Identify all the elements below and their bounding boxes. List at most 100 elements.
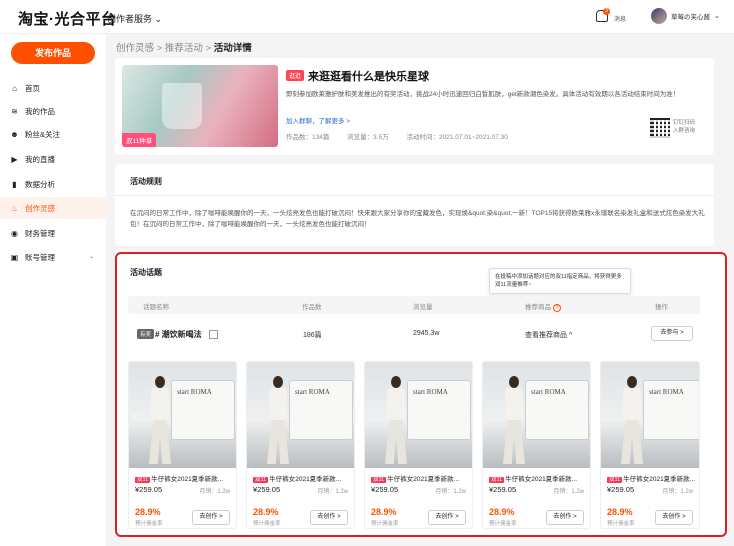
sidebar-item-home[interactable]: ⌂ 首页 [0, 77, 106, 99]
product-title: 双11 牛仔裤女2021夏季新款... [253, 473, 353, 483]
publish-button[interactable]: 发布作品 [11, 42, 95, 64]
sidebar-item-analytics[interactable]: ▮ 数据分析 [0, 173, 106, 195]
product-title: 双11 牛仔裤女2021夏季新款... [607, 473, 699, 483]
create-button[interactable]: 去创作 > [546, 510, 584, 525]
layers-icon: ≋ [11, 106, 18, 116]
product-image: start ROMA [129, 362, 236, 468]
product-card[interactable]: start ROMA 双11 牛仔裤女2021夏季新款... ¥259.05 月销… [246, 361, 355, 529]
product-title: 双11 牛仔裤女2021夏季新款... [135, 473, 235, 483]
view-products-label: 查看推荐商品 [525, 332, 567, 339]
commission-rate-label: 预计佣金率 [489, 521, 517, 527]
sidebar-item-label: 财务管理 [25, 228, 55, 238]
flame-icon: ♨ [10, 203, 19, 213]
sidebar-item-my-works[interactable]: ≋ 我的作品 [0, 100, 106, 122]
chevron-down-icon: ⌄ [154, 14, 163, 24]
product-title-text: 牛仔裤女2021夏季新款... [151, 476, 224, 483]
top-bar: 淘宝·光合平台 创作者服务 ⌄ 3 消息 草莓の夹心酱 ⌄ [0, 0, 734, 34]
breadcrumb-recommended[interactable]: 推荐活动 [165, 43, 203, 54]
sidebar-item-fans[interactable]: ☻ 粉丝&关注 [0, 123, 106, 145]
create-button[interactable]: 去创作 > [655, 510, 693, 525]
activity-time: 活动时间：2021.07.01~2021.07.30 [406, 134, 508, 141]
carousel-prev-icon[interactable]: ‹ [130, 405, 142, 425]
chevron-down-icon: ⌄ [714, 13, 720, 20]
topics-title: 活动话题 [130, 268, 162, 277]
breadcrumb: 创作灵感 > 推荐活动 > 活动详情 [116, 40, 252, 54]
create-button[interactable]: 去创作 > [310, 510, 348, 525]
sidebar-item-account[interactable]: ▣ 账号管理 ⌄ [0, 246, 106, 268]
activity-title: 来逛逛看什么是快乐星球 [308, 71, 429, 83]
divider [115, 195, 714, 196]
sidebar-item-label: 数据分析 [25, 179, 55, 189]
sidebar-item-finance[interactable]: ◉ 财务管理 [0, 222, 106, 244]
commission-rate: 28.9% [135, 507, 161, 517]
carousel-next-icon[interactable]: › [686, 405, 698, 425]
join-topic-button[interactable]: 去参与 > [651, 326, 693, 341]
sidebar-item-label: 首页 [25, 83, 40, 93]
product-sales: 月销：1.2w [317, 489, 348, 495]
topic-works: 186篇 [303, 332, 322, 339]
reward-badge: 有奖 [137, 329, 155, 339]
chevron-down-icon[interactable]: ⌄ [89, 253, 94, 260]
sidebar-item-label: 创作灵感 [25, 203, 55, 213]
product-card[interactable]: start ROMA 双11 牛仔裤女2021夏季新款... ¥259.05 月销… [128, 361, 237, 529]
model-figure [149, 376, 171, 466]
platform-logo[interactable]: 淘宝·光合平台 [18, 8, 117, 29]
product-title: 双11 牛仔裤女2021夏季新款... [371, 473, 471, 483]
product-title-text: 牛仔裤女2021夏季新款... [623, 476, 696, 483]
promo-tag: 双11 [607, 477, 623, 483]
help-icon[interactable]: ? [553, 304, 561, 312]
promo-tag: 双11 [489, 477, 505, 483]
sidebar-item-live[interactable]: ▶ 我的直播 [0, 148, 106, 170]
product-image: start ROMA [365, 362, 472, 468]
breadcrumb-separator: > [205, 43, 212, 54]
product-price: ¥259.05 [607, 485, 635, 494]
banner-badge: 双11种草 [122, 133, 157, 147]
brand-text: start ROMA [649, 388, 684, 396]
brand-text: start ROMA [295, 388, 330, 396]
account-icon: ▣ [10, 252, 19, 262]
users-icon: ☻ [10, 129, 19, 139]
commission-rate-label: 预计佣金率 [253, 521, 281, 527]
messages-label: 消息 [614, 17, 627, 23]
qr-code-overlay [650, 118, 670, 138]
brand-text: start ROMA [177, 388, 212, 396]
create-button[interactable]: 去创作 > [192, 510, 230, 525]
product-title-text: 牛仔裤女2021夏季新款... [505, 476, 578, 483]
breadcrumb-inspiration[interactable]: 创作灵感 [116, 43, 154, 54]
product-title-text: 牛仔裤女2021夏季新款... [387, 476, 460, 483]
product-card[interactable]: start ROMA 双11 牛仔裤女2021夏季新款... ¥259.05 月销… [364, 361, 473, 529]
commission-rate-label: 预计佣金率 [371, 521, 399, 527]
product-card[interactable]: start ROMA 双11 牛仔裤女2021夏季新款... ¥259.05 月销… [482, 361, 591, 529]
create-button[interactable]: 去创作 > [428, 510, 466, 525]
activity-banner-image: 双11种草 [122, 65, 278, 147]
product-image: start ROMA [483, 362, 590, 468]
promo-tag: 双11 [371, 477, 387, 483]
activity-description: 即刻参加欧莱雅护肤和美发推出的有奖活动，挑战24小时迅速回归白皙肌肤，get新款… [286, 91, 680, 98]
topic-grid-icon[interactable] [209, 330, 218, 339]
sidebar-item-inspiration[interactable]: ♨ 创作灵感 [0, 197, 106, 219]
creator-services-menu[interactable]: 创作者服务 ⌄ [107, 12, 162, 25]
messages-button[interactable]: 3 消息 [596, 8, 634, 26]
topic-name[interactable]: # 潮饮新喝法 [155, 329, 202, 340]
column-topic-name: 话题名称 [143, 304, 169, 311]
rules-card [115, 164, 714, 246]
product-sales: 月销：1.2w [435, 489, 466, 495]
commission-rate: 28.9% [489, 507, 515, 517]
product-price: ¥259.05 [371, 485, 399, 494]
column-views: 浏览量 [413, 304, 433, 311]
model-figure [621, 376, 643, 466]
join-group-link[interactable]: 加入群聊，了解更多 > [286, 115, 350, 125]
user-menu[interactable]: 草莓の夹心酱 ⌄ [651, 7, 720, 25]
product-card[interactable]: start ROMA 双11 牛仔裤女2021夏季新款... ¥259.05 月销… [600, 361, 700, 529]
drink-glass-illustration [162, 83, 202, 129]
qr-caption-line2: 入群咨询 [673, 128, 696, 134]
breadcrumb-separator: > [156, 43, 163, 54]
rules-text: 在沉闷的日常工作中，除了咖啡能唤醒你的一天，一头炫亮发色也能打破沉闷！快来跟大家… [130, 210, 705, 228]
view-products-toggle[interactable]: 查看推荐商品 ^ [525, 330, 572, 340]
product-title-text: 牛仔裤女2021夏季新款... [269, 476, 342, 483]
home-icon: ⌂ [12, 83, 17, 93]
promo-tag: 双11 [135, 477, 151, 483]
sidebar-item-label: 我的直播 [25, 154, 55, 164]
sidebar-item-label: 账号管理 [25, 252, 55, 262]
product-image: start ROMA [247, 362, 354, 468]
